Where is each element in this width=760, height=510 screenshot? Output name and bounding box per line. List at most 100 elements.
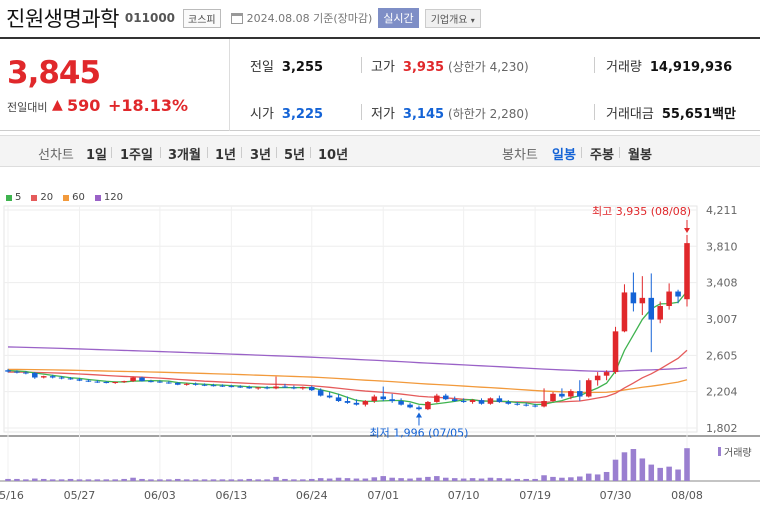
volume-bar bbox=[58, 479, 65, 481]
volume-bar bbox=[237, 479, 244, 481]
candle-body bbox=[380, 396, 387, 400]
divider bbox=[594, 57, 595, 73]
candle-body bbox=[255, 387, 261, 389]
candlestick-chart[interactable]: 4,211 3,810 3,408 3,007 2,605 2,204 1,802 05/16… bbox=[0, 180, 760, 510]
volume-bar bbox=[550, 476, 556, 481]
y-tick-label: 4,211 bbox=[706, 204, 738, 217]
period-tab[interactable]: 10년 bbox=[318, 144, 348, 163]
chevron-down-icon: ▾ bbox=[470, 15, 475, 25]
y-tick-label: 3,408 bbox=[706, 277, 738, 290]
legend-swatch bbox=[63, 194, 70, 201]
candle-body bbox=[585, 380, 592, 397]
open-label: 시가 bbox=[250, 107, 274, 122]
candle-body bbox=[443, 395, 449, 400]
volume-bar bbox=[130, 477, 136, 481]
candle-body bbox=[246, 387, 252, 389]
legend-label: 120 bbox=[103, 192, 123, 203]
volume-bar bbox=[630, 449, 637, 481]
candle-body bbox=[183, 383, 190, 385]
company-info-dropdown[interactable]: 기업개요 ▾ bbox=[424, 8, 481, 28]
candle-body bbox=[514, 403, 521, 405]
candle-body bbox=[210, 385, 217, 387]
line-chart-label: 선차트 bbox=[38, 148, 74, 163]
volume-bar bbox=[210, 479, 217, 481]
volume-bar bbox=[255, 479, 261, 481]
period-bar: 선차트 1일 1주일 3개월 1년 3년 5년 10년 봉차트 일봉 주봉 월봉 bbox=[0, 135, 760, 167]
candle-body bbox=[67, 378, 74, 380]
x-tick-label: 05/27 bbox=[64, 489, 96, 502]
market-badge: 코스피 bbox=[183, 8, 221, 28]
divider bbox=[310, 147, 311, 158]
ma5-line bbox=[7, 290, 688, 406]
candle-body bbox=[58, 377, 65, 379]
candle-body bbox=[362, 401, 369, 405]
legend-label: 5 bbox=[15, 192, 22, 203]
open-value: 3,225 bbox=[281, 107, 324, 122]
x-tick-label: 06/24 bbox=[296, 489, 328, 502]
candle-tab-daily[interactable]: 일봉 bbox=[552, 144, 576, 163]
candle-body bbox=[594, 375, 601, 381]
candle-body bbox=[425, 401, 431, 410]
candle-body bbox=[264, 387, 270, 389]
high-arrow-head bbox=[684, 227, 690, 233]
candle-body bbox=[541, 401, 547, 407]
legend-item: 120 bbox=[94, 192, 123, 203]
volume-bar bbox=[648, 464, 655, 481]
volume-bar bbox=[40, 478, 47, 481]
volume-cell: 거래량 14,919,936 bbox=[606, 56, 732, 75]
volume-bar bbox=[594, 474, 601, 481]
volume-bar bbox=[344, 478, 351, 481]
volume-bar bbox=[192, 479, 199, 481]
volume-bar bbox=[460, 478, 467, 481]
period-tab[interactable]: 3년 bbox=[250, 144, 271, 163]
divider bbox=[241, 147, 242, 158]
candle-tab-monthly[interactable]: 월봉 bbox=[628, 144, 652, 163]
candle-body bbox=[389, 399, 395, 402]
candle-body bbox=[291, 387, 297, 389]
volume-bar bbox=[568, 477, 574, 481]
period-tab[interactable]: 1주일 bbox=[120, 144, 153, 163]
high-cell: 고가 3,935 (상한가 4,230) bbox=[371, 56, 529, 75]
period-tab[interactable]: 3개월 bbox=[168, 144, 201, 163]
candle-body bbox=[344, 401, 351, 403]
volume-bar bbox=[684, 448, 690, 481]
candle-tab-weekly[interactable]: 주봉 bbox=[590, 144, 614, 163]
period-tab[interactable]: 1일 bbox=[86, 144, 107, 163]
candle-body bbox=[398, 401, 404, 405]
stock-header: 진원생명과학 011000 코스피 2024.08.08 기준(장마감) 실시간… bbox=[0, 0, 760, 36]
candle-body bbox=[174, 382, 181, 385]
volume-bar bbox=[478, 478, 485, 481]
candle-body bbox=[416, 407, 422, 410]
volume-bar bbox=[505, 478, 512, 481]
volume-bar bbox=[308, 478, 315, 481]
volume-bar bbox=[5, 478, 11, 481]
volume-bar bbox=[577, 476, 583, 481]
candle-body bbox=[273, 386, 279, 389]
volume-bar bbox=[112, 479, 118, 481]
volume-bar bbox=[585, 473, 592, 481]
candle-body bbox=[5, 370, 11, 372]
volume-bar bbox=[317, 478, 324, 481]
volume-bar bbox=[183, 479, 190, 481]
volume-bar bbox=[23, 479, 29, 481]
change-label: 전일대비 bbox=[7, 101, 48, 114]
period-tab[interactable]: 1년 bbox=[215, 144, 236, 163]
candle-body bbox=[335, 397, 342, 402]
candle-body bbox=[639, 297, 646, 304]
candle-body bbox=[434, 395, 440, 402]
realtime-button[interactable]: 실시간 bbox=[378, 8, 419, 28]
volume-bar bbox=[148, 479, 154, 481]
volume-bar bbox=[14, 478, 20, 481]
legend-swatch bbox=[31, 194, 38, 201]
candle-body bbox=[317, 390, 324, 396]
candle-body bbox=[407, 404, 413, 408]
period-tab[interactable]: 5년 bbox=[284, 144, 305, 163]
candle-body bbox=[460, 401, 467, 403]
divider bbox=[207, 147, 208, 158]
volume-bar bbox=[362, 478, 369, 481]
volume-bar bbox=[300, 479, 306, 481]
quote-summary: 3,845 전일대비 ▲ 590 +18.13% 전일 3,255 고가 3,935… bbox=[0, 37, 760, 131]
candle-body bbox=[300, 387, 306, 389]
volume-bar bbox=[157, 479, 163, 481]
candle-body bbox=[121, 381, 127, 383]
